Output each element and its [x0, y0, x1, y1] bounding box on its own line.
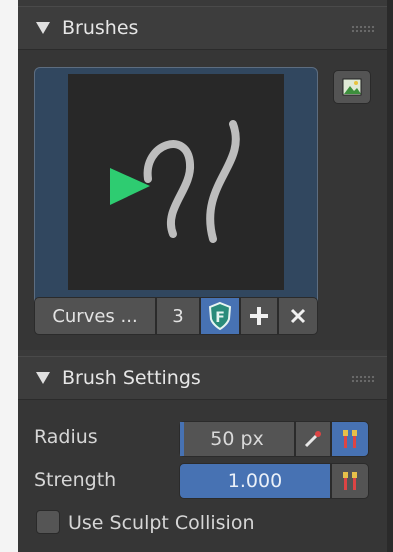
- user-count-text: 3: [172, 305, 184, 327]
- unlink-brush-button[interactable]: [278, 297, 318, 335]
- expand-triangle-icon[interactable]: [36, 372, 50, 384]
- outside-editor-area: [0, 0, 18, 552]
- sculpt-collision-checkbox[interactable]: [36, 510, 60, 534]
- brush-settings-panel-title: Brush Settings: [62, 367, 201, 389]
- add-plus-icon: [250, 307, 268, 325]
- drag-grip-icon[interactable]: [351, 375, 375, 383]
- fake-user-shield-icon: F: [208, 301, 232, 331]
- curves-brush-icon: [110, 120, 240, 243]
- brushes-panel-header[interactable]: Brushes: [18, 6, 387, 50]
- brushes-panel-title: Brushes: [62, 17, 139, 39]
- radius-field[interactable]: 50 px: [179, 421, 295, 457]
- expand-triangle-icon[interactable]: [36, 22, 50, 34]
- radius-value: 50 px: [210, 428, 264, 450]
- brush-users-count[interactable]: 3: [156, 297, 200, 335]
- unified-brush-icon: [343, 430, 357, 448]
- image-browse-icon: [342, 78, 362, 96]
- radius-fill: [180, 422, 184, 456]
- brush-preview-thumbnail[interactable]: [68, 74, 284, 290]
- strength-label: Strength: [34, 469, 117, 491]
- strength-slider[interactable]: 1.000: [179, 463, 331, 499]
- new-brush-button[interactable]: [240, 297, 278, 335]
- radius-label: Radius: [34, 426, 98, 448]
- strength-unified-button[interactable]: [331, 463, 369, 499]
- radius-unified-button[interactable]: [331, 421, 369, 457]
- sculpt-collision-label: Use Sculpt Collision: [68, 512, 255, 534]
- brush-name-text: Curves ...: [52, 305, 138, 327]
- pressure-pen-icon: [304, 431, 321, 448]
- unified-brush-icon: [343, 472, 357, 490]
- image-browse-button[interactable]: [333, 70, 371, 104]
- brush-name-field[interactable]: Curves ...: [34, 297, 156, 335]
- drag-grip-icon[interactable]: [351, 25, 375, 33]
- unlink-x-icon: [290, 308, 306, 324]
- svg-text:F: F: [215, 310, 225, 326]
- fake-user-toggle[interactable]: F: [200, 297, 240, 335]
- brush-settings-panel-header[interactable]: Brush Settings: [18, 356, 387, 400]
- radius-pressure-button[interactable]: [295, 421, 331, 457]
- region-scrollbar[interactable]: [387, 0, 393, 552]
- strength-value: 1.000: [227, 470, 283, 492]
